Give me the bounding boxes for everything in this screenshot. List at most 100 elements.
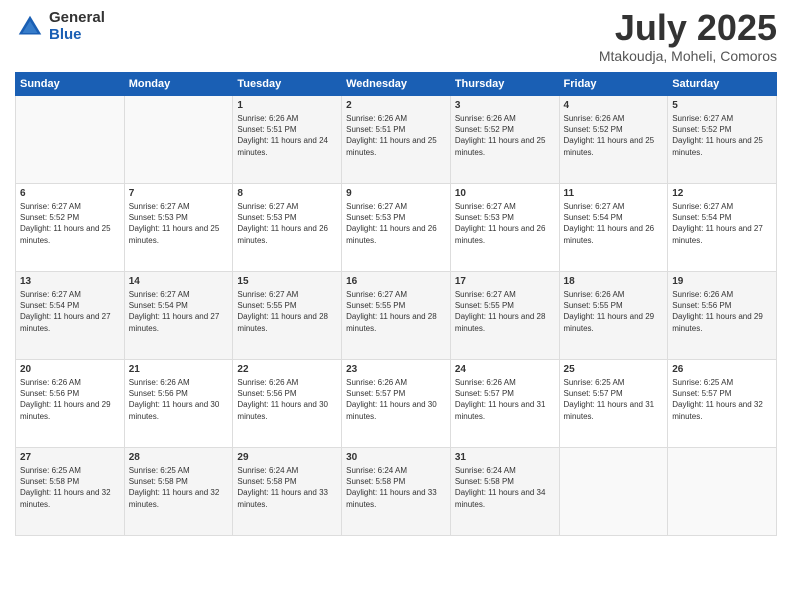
day-detail: Sunrise: 6:24 AMSunset: 5:58 PMDaylight:…	[455, 465, 555, 510]
day-detail: Sunrise: 6:27 AMSunset: 5:54 PMDaylight:…	[564, 201, 664, 246]
day-number: 23	[346, 364, 446, 375]
weekday-header-wednesday: Wednesday	[342, 73, 451, 96]
day-detail: Sunrise: 6:26 AMSunset: 5:56 PMDaylight:…	[129, 377, 229, 422]
calendar-week-row: 27 Sunrise: 6:25 AMSunset: 5:58 PMDayligh…	[16, 448, 777, 536]
calendar-cell: 23Sunrise: 6:26 AMSunset: 5:57 PMDayligh…	[342, 360, 451, 448]
calendar-cell: 8 Sunrise: 6:27 AMSunset: 5:53 PMDaylight…	[233, 184, 342, 272]
calendar-cell	[559, 448, 668, 536]
logo: General Blue	[15, 10, 105, 43]
day-detail: Sunrise: 6:27 AMSunset: 5:53 PMDaylight:…	[129, 201, 229, 246]
day-number: 12	[672, 188, 772, 199]
day-number: 27	[20, 452, 120, 463]
calendar-cell: 16 Sunrise: 6:27 AMSunset: 5:55 PMDayligh…	[342, 272, 451, 360]
day-number: 24	[455, 364, 555, 375]
day-number: 3	[455, 100, 555, 111]
calendar-cell: 17 Sunrise: 6:27 AMSunset: 5:55 PMDayligh…	[450, 272, 559, 360]
day-number: 10	[455, 188, 555, 199]
header: General Blue July 2025 Mtakoudja, Moheli…	[15, 10, 777, 64]
day-detail: Sunrise: 6:25 AMSunset: 5:58 PMDaylight:…	[20, 465, 120, 510]
calendar-cell: 28 Sunrise: 6:25 AMSunset: 5:58 PMDayligh…	[124, 448, 233, 536]
calendar-table: SundayMondayTuesdayWednesdayThursdayFrid…	[15, 72, 777, 536]
day-number: 16	[346, 276, 446, 287]
calendar-cell: 6 Sunrise: 6:27 AMSunset: 5:52 PMDaylight…	[16, 184, 125, 272]
day-detail: Sunrise: 6:25 AMSunset: 5:58 PMDaylight:…	[129, 465, 229, 510]
weekday-header-row: SundayMondayTuesdayWednesdayThursdayFrid…	[16, 73, 777, 96]
day-number: 25	[564, 364, 664, 375]
day-number: 26	[672, 364, 772, 375]
title-location: Mtakoudja, Moheli, Comoros	[599, 48, 777, 64]
day-detail: Sunrise: 6:26 AMSunset: 5:51 PMDaylight:…	[237, 113, 337, 158]
day-detail: Sunrise: 6:26 AMSunset: 5:56 PMDaylight:…	[672, 289, 772, 334]
calendar-cell: 24 Sunrise: 6:26 AMSunset: 5:57 PMDayligh…	[450, 360, 559, 448]
calendar-cell: 19Sunrise: 6:26 AMSunset: 5:56 PMDayligh…	[668, 272, 777, 360]
day-detail: Sunrise: 6:26 AMSunset: 5:57 PMDaylight:…	[455, 377, 555, 422]
day-detail: Sunrise: 6:27 AMSunset: 5:54 PMDaylight:…	[20, 289, 120, 334]
logo-text: General Blue	[49, 10, 105, 43]
calendar-cell: 11 Sunrise: 6:27 AMSunset: 5:54 PMDayligh…	[559, 184, 668, 272]
weekday-header-monday: Monday	[124, 73, 233, 96]
day-number: 30	[346, 452, 446, 463]
calendar-header: SundayMondayTuesdayWednesdayThursdayFrid…	[16, 73, 777, 96]
calendar-cell: 2Sunrise: 6:26 AMSunset: 5:51 PMDaylight…	[342, 96, 451, 184]
day-number: 5	[672, 100, 772, 111]
weekday-header-saturday: Saturday	[668, 73, 777, 96]
calendar-cell	[16, 96, 125, 184]
day-number: 22	[237, 364, 337, 375]
day-detail: Sunrise: 6:26 AMSunset: 5:55 PMDaylight:…	[564, 289, 664, 334]
page: General Blue July 2025 Mtakoudja, Moheli…	[0, 0, 792, 612]
calendar-cell: 1 Sunrise: 6:26 AMSunset: 5:51 PMDaylight…	[233, 96, 342, 184]
day-number: 2	[346, 100, 446, 111]
calendar-week-row: 1 Sunrise: 6:26 AMSunset: 5:51 PMDaylight…	[16, 96, 777, 184]
day-number: 6	[20, 188, 120, 199]
calendar-cell: 27 Sunrise: 6:25 AMSunset: 5:58 PMDayligh…	[16, 448, 125, 536]
title-block: July 2025 Mtakoudja, Moheli, Comoros	[599, 10, 777, 64]
day-detail: Sunrise: 6:27 AMSunset: 5:53 PMDaylight:…	[455, 201, 555, 246]
calendar-cell: 10 Sunrise: 6:27 AMSunset: 5:53 PMDayligh…	[450, 184, 559, 272]
day-detail: Sunrise: 6:27 AMSunset: 5:55 PMDaylight:…	[237, 289, 337, 334]
calendar-cell: 12Sunrise: 6:27 AMSunset: 5:54 PMDayligh…	[668, 184, 777, 272]
calendar-cell: 25 Sunrise: 6:25 AMSunset: 5:57 PMDayligh…	[559, 360, 668, 448]
day-number: 11	[564, 188, 664, 199]
day-detail: Sunrise: 6:24 AMSunset: 5:58 PMDaylight:…	[346, 465, 446, 510]
calendar-week-row: 6 Sunrise: 6:27 AMSunset: 5:52 PMDaylight…	[16, 184, 777, 272]
calendar-cell: 20 Sunrise: 6:26 AMSunset: 5:56 PMDayligh…	[16, 360, 125, 448]
day-detail: Sunrise: 6:27 AMSunset: 5:52 PMDaylight:…	[20, 201, 120, 246]
logo-general: General	[49, 10, 105, 27]
calendar-body: 1 Sunrise: 6:26 AMSunset: 5:51 PMDaylight…	[16, 96, 777, 536]
day-number: 18	[564, 276, 664, 287]
day-detail: Sunrise: 6:26 AMSunset: 5:56 PMDaylight:…	[20, 377, 120, 422]
day-number: 13	[20, 276, 120, 287]
calendar-cell: 4Sunrise: 6:26 AMSunset: 5:52 PMDaylight…	[559, 96, 668, 184]
weekday-header-thursday: Thursday	[450, 73, 559, 96]
day-number: 21	[129, 364, 229, 375]
day-detail: Sunrise: 6:27 AMSunset: 5:55 PMDaylight:…	[346, 289, 446, 334]
calendar-cell: 31 Sunrise: 6:24 AMSunset: 5:58 PMDayligh…	[450, 448, 559, 536]
weekday-header-friday: Friday	[559, 73, 668, 96]
day-detail: Sunrise: 6:27 AMSunset: 5:53 PMDaylight:…	[237, 201, 337, 246]
day-number: 14	[129, 276, 229, 287]
calendar-cell	[124, 96, 233, 184]
day-detail: Sunrise: 6:25 AMSunset: 5:57 PMDaylight:…	[564, 377, 664, 422]
calendar-cell: 7Sunrise: 6:27 AMSunset: 5:53 PMDaylight…	[124, 184, 233, 272]
title-month: July 2025	[599, 10, 777, 46]
calendar-cell: 3 Sunrise: 6:26 AMSunset: 5:52 PMDaylight…	[450, 96, 559, 184]
calendar-week-row: 13 Sunrise: 6:27 AMSunset: 5:54 PMDayligh…	[16, 272, 777, 360]
calendar-cell: 18 Sunrise: 6:26 AMSunset: 5:55 PMDayligh…	[559, 272, 668, 360]
calendar-cell: 26Sunrise: 6:25 AMSunset: 5:57 PMDayligh…	[668, 360, 777, 448]
calendar-cell: 30 Sunrise: 6:24 AMSunset: 5:58 PMDayligh…	[342, 448, 451, 536]
day-number: 17	[455, 276, 555, 287]
day-number: 28	[129, 452, 229, 463]
day-number: 20	[20, 364, 120, 375]
day-number: 8	[237, 188, 337, 199]
calendar-cell: 9Sunrise: 6:27 AMSunset: 5:53 PMDaylight…	[342, 184, 451, 272]
day-number: 29	[237, 452, 337, 463]
day-detail: Sunrise: 6:27 AMSunset: 5:55 PMDaylight:…	[455, 289, 555, 334]
weekday-header-tuesday: Tuesday	[233, 73, 342, 96]
calendar-cell: 22Sunrise: 6:26 AMSunset: 5:56 PMDayligh…	[233, 360, 342, 448]
day-number: 4	[564, 100, 664, 111]
weekday-header-sunday: Sunday	[16, 73, 125, 96]
calendar-cell: 21 Sunrise: 6:26 AMSunset: 5:56 PMDayligh…	[124, 360, 233, 448]
day-detail: Sunrise: 6:26 AMSunset: 5:52 PMDaylight:…	[455, 113, 555, 158]
day-number: 31	[455, 452, 555, 463]
day-number: 1	[237, 100, 337, 111]
